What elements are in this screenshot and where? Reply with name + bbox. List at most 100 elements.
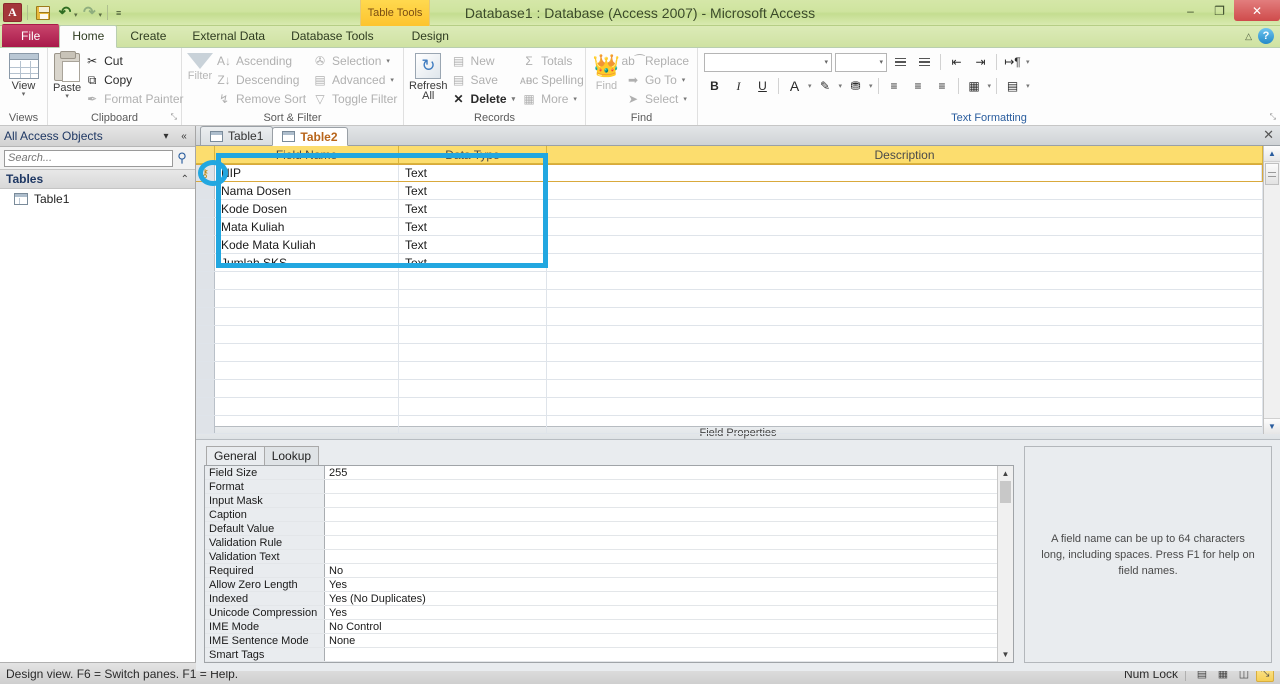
property-value[interactable]: 255 [325, 466, 997, 479]
property-value[interactable]: No Control [325, 620, 997, 633]
scroll-up-button[interactable]: ▲ [1264, 146, 1280, 162]
refresh-all-button[interactable]: Refresh All [409, 51, 448, 102]
restore-button[interactable]: ❐ [1205, 0, 1234, 21]
save-button[interactable] [33, 3, 53, 23]
cell-field-name[interactable]: Nama Dosen [215, 182, 399, 199]
find-button[interactable]: 👑 Find [591, 51, 622, 92]
replace-button[interactable]: ab⁀ Replace [621, 52, 692, 70]
scroll-down-button[interactable]: ▼ [998, 647, 1013, 662]
chevron-down-icon[interactable]: ▾ [390, 76, 394, 84]
minimize-button[interactable]: – [1176, 0, 1205, 21]
chevron-down-icon[interactable]: ▾ [99, 11, 103, 19]
property-value[interactable]: No [325, 564, 997, 577]
table-row[interactable]: Kode Mata Kuliah Text [196, 236, 1263, 254]
property-value[interactable] [325, 536, 997, 549]
row-selector[interactable] [196, 308, 215, 325]
align-right-button[interactable]: ≡ [932, 76, 953, 96]
row-selector[interactable] [196, 218, 215, 235]
chevron-down-icon[interactable]: ▾ [573, 95, 577, 103]
tab-create[interactable]: Create [117, 25, 179, 47]
cell-field-name[interactable] [215, 380, 399, 397]
cell-data-type[interactable] [399, 398, 547, 415]
paste-button[interactable]: Paste ▾ [53, 51, 81, 100]
totals-button[interactable]: Σ Totals [518, 52, 587, 70]
empty-row[interactable] [196, 272, 1263, 290]
empty-row[interactable] [196, 398, 1263, 416]
cell-data-type[interactable]: Text [399, 200, 547, 217]
collapse-ribbon-icon[interactable]: △ [1245, 31, 1252, 42]
table-row[interactable]: Jumlah SKS Text [196, 254, 1263, 272]
cell-field-name[interactable] [215, 290, 399, 307]
property-value[interactable] [325, 550, 997, 563]
cell-field-name[interactable] [215, 344, 399, 361]
select-button[interactable]: ➤ Select ▾ [622, 90, 692, 108]
chevron-down-icon[interactable]: ▾ [682, 76, 686, 84]
table-row[interactable]: ⚷ NIP Text [196, 164, 1263, 182]
underline-button[interactable]: U [752, 76, 773, 96]
row-selector[interactable] [196, 416, 215, 433]
chevron-down-icon[interactable]: ▾ [74, 11, 78, 19]
chevron-down-icon[interactable]: ▾ [1026, 82, 1030, 90]
italic-button[interactable]: I [728, 76, 749, 96]
property-value[interactable] [325, 522, 997, 535]
column-header-field-name[interactable]: Field Name [215, 146, 399, 163]
property-value[interactable]: None [325, 634, 997, 647]
tab-external-data[interactable]: External Data [179, 25, 278, 47]
close-button[interactable]: ✕ [1234, 0, 1280, 21]
view-button[interactable]: View ▾ [5, 51, 42, 98]
cell-field-name[interactable] [215, 326, 399, 343]
table-row[interactable]: Kode Dosen Text [196, 200, 1263, 218]
chevron-down-icon[interactable]: ▾ [22, 91, 26, 98]
chevron-down-icon[interactable]: ▾ [808, 82, 812, 90]
scroll-down-button[interactable]: ▼ [1264, 418, 1280, 434]
chevron-down-icon[interactable]: ▾ [65, 93, 69, 100]
filter-button[interactable]: Filter [187, 51, 213, 82]
doc-tab-table1[interactable]: Table1 [200, 126, 274, 145]
scrollbar-track[interactable] [998, 503, 1013, 647]
row-selector[interactable] [196, 200, 215, 217]
chevron-down-icon[interactable]: ▾ [386, 57, 390, 65]
row-selector[interactable] [196, 182, 215, 199]
navigation-pane-header[interactable]: All Access Objects ▾ « [0, 126, 195, 147]
empty-row[interactable] [196, 416, 1263, 434]
cell-description[interactable] [547, 398, 1263, 415]
chevron-down-icon[interactable]: ▾ [839, 82, 843, 90]
row-selector[interactable] [196, 344, 215, 361]
font-size-combo[interactable]: ▾ [835, 52, 887, 72]
row-selector[interactable] [196, 326, 215, 343]
cell-description[interactable] [547, 380, 1263, 397]
scrollbar-thumb[interactable] [1265, 163, 1279, 185]
empty-row[interactable] [196, 362, 1263, 380]
background-color-button[interactable]: ⛃ [845, 76, 866, 96]
delete-button[interactable]: ✕ Delete ▾ [448, 90, 519, 108]
cell-data-type[interactable] [399, 416, 547, 433]
cell-field-name[interactable]: Kode Dosen [215, 200, 399, 217]
chevron-down-icon[interactable]: ▾ [683, 95, 687, 103]
cell-data-type[interactable]: Text [399, 218, 547, 235]
chevron-down-icon[interactable]: ▾ [1026, 58, 1030, 66]
cell-data-type[interactable] [399, 308, 547, 325]
row-selector[interactable] [196, 380, 215, 397]
nav-item-table1[interactable]: Table1 [0, 189, 195, 209]
column-header-description[interactable]: Description [547, 146, 1263, 163]
cell-description[interactable] [547, 165, 1262, 181]
numbered-list-button[interactable] [914, 52, 935, 72]
cell-data-type[interactable] [399, 326, 547, 343]
cut-button[interactable]: ✂ Cut [81, 52, 186, 70]
chevron-down-icon[interactable]: ▾ [869, 82, 873, 90]
cell-field-name[interactable] [215, 362, 399, 379]
undo-button[interactable]: ↶ [55, 3, 75, 23]
tab-database-tools[interactable]: Database Tools [278, 25, 387, 47]
property-value[interactable] [325, 494, 997, 507]
cell-description[interactable] [547, 416, 1263, 433]
search-icon[interactable]: ⚲ [173, 150, 191, 166]
row-selector[interactable]: ⚷ [196, 165, 215, 181]
chevron-down-icon[interactable]: ▾ [988, 82, 992, 90]
empty-row[interactable] [196, 290, 1263, 308]
remove-sort-button[interactable]: ↯ Remove Sort [213, 90, 309, 108]
property-value[interactable] [325, 508, 997, 521]
format-painter-button[interactable]: ✒ Format Painter [81, 90, 186, 108]
cell-description[interactable] [547, 200, 1263, 217]
cell-data-type[interactable]: Text [399, 165, 547, 181]
cell-description[interactable] [547, 344, 1263, 361]
